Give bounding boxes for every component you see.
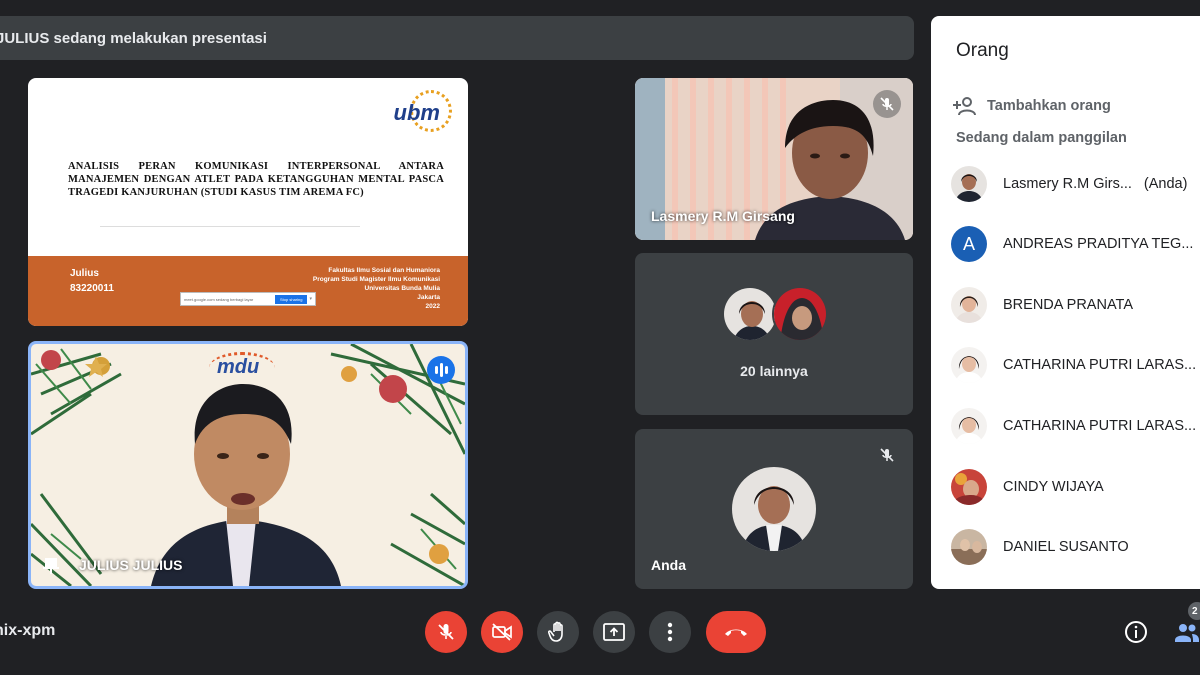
slide-institution-line: Program Studi Magister Ilmu Komunikasi: [312, 276, 440, 283]
self-indicator: (Anda): [1143, 176, 1188, 192]
slide-institution: Fakultas Ilmu Sosial dan Humaniora Progr…: [313, 266, 440, 311]
hand-icon: [548, 621, 563, 642]
stop-sharing-button[interactable]: Stop sharing: [275, 294, 308, 304]
initial-avatar: A: [951, 226, 987, 262]
meeting-details-icon[interactable]: [1124, 620, 1148, 644]
present-screen-button[interactable]: [593, 611, 635, 653]
screen-share-bar-text: meet.google.com sedang berbagi layar: [184, 296, 254, 302]
leave-call-button[interactable]: [706, 611, 766, 653]
in-call-section-label: Sedang dalam panggilan: [956, 130, 1127, 146]
mic-off-icon: [873, 441, 901, 469]
avatar-initial: A: [962, 233, 975, 254]
participant-count-badge: 2: [1188, 602, 1200, 620]
hide-icon[interactable]: ▾: [309, 296, 315, 302]
slide-divider: [100, 226, 360, 227]
slide-institution-line: 2022: [425, 303, 440, 310]
participant-avatar: [951, 529, 987, 565]
participant-row[interactable]: CINDY WIJAYA: [951, 467, 1200, 507]
participant-name-label: Lasmery R.M Girsang: [651, 208, 795, 224]
participant-name: CINDY WIJAYA: [1003, 479, 1104, 495]
participant-row[interactable]: Lasmery R.M Girs... (Anda): [951, 164, 1200, 204]
participant-row[interactable]: CATHARINA PUTRI LARAS...: [951, 345, 1200, 385]
participant-name: BRENDA PRANATA: [1003, 297, 1133, 313]
participant-row[interactable]: CATHARINA PUTRI LARAS...: [951, 406, 1200, 446]
self-name-label: Anda: [651, 557, 686, 573]
mic-off-icon: [438, 624, 454, 640]
slide-institution-line: Universitas Bunda Mulia: [364, 285, 441, 292]
participant-avatar: [951, 469, 987, 505]
presenter-video-tile[interactable]: mdu JULIUS JULIUS: [28, 341, 468, 589]
more-vert-icon: [667, 622, 673, 642]
camera-off-icon: [492, 623, 512, 641]
participant-avatar: [722, 286, 778, 342]
participant-name: CATHARINA PUTRI LARAS...: [1003, 357, 1197, 373]
people-panel: Orang Tambahkan orang Sedang dalam pangg…: [931, 16, 1200, 589]
participant-avatar: [951, 287, 987, 323]
screen-share-bar: meet.google.com sedang berbagi layar Sto…: [180, 292, 316, 306]
self-tile[interactable]: Anda: [635, 429, 913, 589]
slide-author: Julius 83220011: [70, 266, 114, 296]
people-icon[interactable]: [1174, 620, 1200, 644]
participant-name: ANDREAS PRADITYA TEG...: [1003, 236, 1194, 252]
raise-hand-button[interactable]: [537, 611, 579, 653]
people-panel-title: Orang: [956, 40, 1009, 61]
hang-up-icon: [725, 629, 747, 636]
more-options-button[interactable]: [649, 611, 691, 653]
slide-title: ANALISIS PERAN KOMUNIKASI INTERPERSONAL …: [68, 161, 444, 198]
slide-footer: Julius 83220011 Fakultas Ilmu Sosial dan…: [28, 256, 468, 326]
add-people-label: Tambahkan orang: [987, 98, 1111, 114]
slide-institution-line: Fakultas Ilmu Sosial dan Humaniora: [328, 267, 440, 274]
participant-row[interactable]: BRENDA PRANATA: [951, 285, 1200, 325]
shared-screen-tile[interactable]: ubm ANALISIS PERAN KOMUNIKASI INTERPERSO…: [28, 78, 468, 326]
participant-name: Lasmery R.M Girs...: [1003, 176, 1132, 192]
slide-author-name: Julius: [70, 268, 99, 279]
participant-name: CATHARINA PUTRI LARAS...: [1003, 418, 1197, 434]
participant-avatar: [951, 408, 987, 444]
presenter-icon: [43, 558, 59, 574]
presentation-banner: JULIUS sedang melakukan presentasi: [0, 16, 914, 60]
slide-author-id: 83220011: [70, 283, 114, 294]
others-tile[interactable]: 20 lainnya: [635, 253, 913, 415]
participant-row[interactable]: A ANDREAS PRADITYA TEG...: [951, 224, 1200, 264]
add-people-button[interactable]: Tambahkan orang: [953, 96, 1111, 116]
presentation-banner-text: JULIUS sedang melakukan presentasi: [0, 29, 267, 47]
self-avatar: [732, 467, 816, 551]
presenter-name-label: JULIUS JULIUS: [79, 557, 183, 573]
participant-name: DANIEL SUSANTO: [1003, 539, 1129, 555]
mdu-logo: mdu: [217, 356, 260, 378]
others-count-label: 20 lainnya: [740, 363, 808, 379]
participant-row[interactable]: DANIEL SUSANTO: [951, 527, 1200, 567]
meeting-code: nix-xpm: [0, 622, 56, 639]
slide-institution-line: Jakarta: [417, 294, 440, 301]
present-screen-icon: [603, 623, 625, 641]
microphone-toggle-button[interactable]: [425, 611, 467, 653]
participant-avatar: [951, 347, 987, 383]
participant-avatar: [772, 286, 828, 342]
camera-toggle-button[interactable]: [481, 611, 523, 653]
add-person-icon: [953, 97, 976, 116]
mic-off-icon: [873, 90, 901, 118]
others-avatars: [722, 286, 830, 342]
participant-avatar: [951, 166, 987, 202]
ubm-logo: ubm: [393, 100, 440, 125]
speaking-indicator-icon: [427, 356, 455, 384]
participant-video-tile[interactable]: Lasmery R.M Girsang: [635, 78, 913, 240]
